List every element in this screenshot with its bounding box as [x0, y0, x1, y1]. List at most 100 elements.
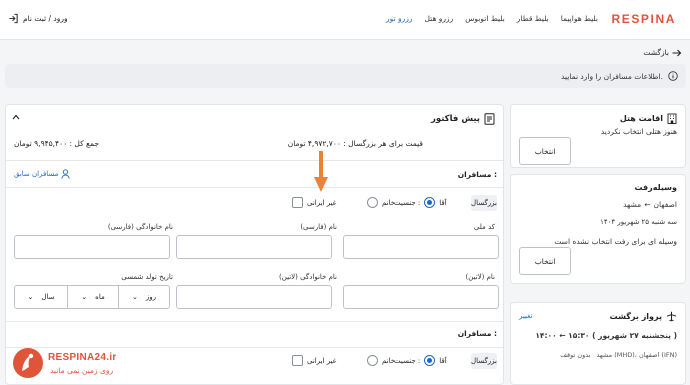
gender-male-option[interactable]: جنسیت : آقا	[394, 355, 447, 366]
invoice-icon	[484, 113, 495, 125]
arrow-right-icon	[672, 49, 682, 56]
info-alert: اطلاعات مسافران را وارد نمایید.	[5, 64, 686, 88]
last-name-fa-label: نام خانوادگی (فارسی)	[107, 223, 173, 231]
gender-label: جنسیت :	[394, 198, 421, 207]
chevron-down-icon: ⌄	[81, 293, 88, 301]
passengers-title: مسافران :	[457, 170, 497, 179]
nav-tour[interactable]: رزرو تور	[386, 14, 412, 23]
transport-text: وسیله ای برای رفت انتخاب نشده است	[554, 237, 677, 246]
nav-hotel[interactable]: رزرو هتل	[425, 14, 454, 23]
gender-male-option[interactable]: جنسیت : آقا	[394, 197, 447, 208]
back-label: بازگشت	[643, 48, 669, 57]
gender-female-option[interactable]: خانم	[367, 355, 395, 366]
chevron-down-icon: ⌄	[131, 293, 138, 301]
flight-stops: بدون توقف	[560, 351, 591, 359]
info-icon	[668, 71, 678, 81]
foreign-label: غیر ایرانی	[307, 198, 337, 207]
first-name-en-label: نام (لاتین)	[465, 273, 495, 281]
national-code-label: کد ملی	[473, 223, 495, 231]
flight-title-row: پرواز برگشت	[610, 311, 677, 322]
first-name-fa-input[interactable]	[176, 235, 332, 259]
birth-date-label: تاریخ تولد شمسی	[121, 273, 173, 281]
male-label: آقا	[439, 356, 447, 365]
female-radio[interactable]	[367, 355, 378, 366]
route-from: اصفهان	[653, 200, 678, 209]
respina24-watermark: RESPINA24.ir روی زمین نمی مانید	[8, 344, 128, 382]
national-code-input[interactable]	[343, 235, 499, 259]
price-per-adult: قیمت برای هر بزرگسال : ۴,۹۷۲,۷۰۰ تومان	[287, 139, 423, 148]
chevron-up-icon[interactable]	[12, 114, 20, 120]
user-icon	[61, 169, 71, 179]
birth-year-select[interactable]: ⌄ سال	[14, 285, 68, 309]
flight-title: پرواز برگشت	[609, 312, 662, 321]
female-label: خانم	[382, 356, 396, 365]
birth-day-select[interactable]: ⌄ روز	[118, 285, 170, 309]
birth-day-label: روز	[145, 293, 157, 301]
airplane-icon	[666, 311, 677, 322]
invoice-total: جمع کل : ۹,۹۴۵,۴۰۰ تومان	[14, 139, 100, 148]
watermark-tagline: روی زمین نمی مانید	[50, 366, 114, 375]
first-name-fa-label: نام (فارسی)	[300, 223, 337, 231]
hotel-text: هنوز هتلی انتخاب نکردید	[600, 127, 677, 136]
foreign-checkbox[interactable]	[292, 355, 303, 366]
transport-title: وسیله‌رفت	[634, 183, 677, 192]
login-icon	[9, 13, 18, 24]
back-button[interactable]: بازگشت	[643, 48, 682, 57]
transport-select-button[interactable]: انتخاب	[519, 247, 571, 275]
foreign-national-option[interactable]: غیر ایرانی	[292, 197, 336, 208]
booking-form: پیش فاکتور قیمت برای هر بزرگسال : ۴,۹۷۲,…	[5, 104, 504, 385]
login-label: ورود / ثبت نام	[23, 14, 68, 23]
nav-train[interactable]: بلیط قطار	[517, 14, 549, 23]
birth-month-select[interactable]: ⌄ ماه	[67, 285, 119, 309]
flight-change-link[interactable]: تغییر	[519, 312, 532, 320]
transport-card: وسیله‌رفت مشهد ← اصفهان سه شنبه ۲۵ شهریو…	[510, 174, 686, 284]
passenger-type-badge: بزرگسال	[471, 353, 497, 369]
last-name-en-input[interactable]	[176, 285, 332, 309]
passengers-title: مسافران :	[457, 329, 497, 338]
top-header: RESPINA بلیط هواپیما بلیط قطار بلیط اتوب…	[0, 0, 690, 40]
first-name-en-input[interactable]	[343, 285, 499, 309]
male-radio[interactable]	[424, 197, 436, 208]
female-radio[interactable]	[367, 197, 378, 208]
alert-text: اطلاعات مسافران را وارد نمایید.	[561, 71, 663, 81]
transport-date: سه شنبه ۲۵ شهریور ۱۴۰۴	[600, 218, 677, 226]
male-label: آقا	[439, 198, 447, 207]
foreign-label: غیر ایرانی	[307, 356, 337, 365]
hotel-title: اقامت هتل	[619, 114, 663, 123]
female-label: خانم	[382, 198, 396, 207]
annotation-arrow	[314, 151, 328, 192]
divider	[6, 321, 503, 322]
login-button[interactable]: ورود / ثبت نام	[8, 13, 68, 24]
foreign-checkbox[interactable]	[292, 197, 303, 208]
previous-passengers-link[interactable]: مسافران سابق	[14, 169, 71, 179]
arrow-left-icon: ←	[644, 200, 651, 209]
invoice-header[interactable]: پیش فاکتور	[431, 113, 495, 125]
return-flight-card: پرواز برگشت تغییر ۱۴:۰۰ ← ۱۵:۳۰ ( پنجشنب…	[510, 302, 686, 385]
chevron-down-icon: ⌄	[27, 293, 34, 301]
route-to: مشهد	[623, 200, 642, 209]
brand-logo[interactable]: RESPINA	[611, 12, 676, 26]
nav-bus[interactable]: بلیط اتوبوس	[465, 14, 505, 23]
divider	[6, 187, 503, 188]
building-icon	[667, 113, 677, 124]
hotel-card: اقامت هتل هنوز هتلی انتخاب نکردید انتخاب	[510, 104, 686, 168]
last-name-en-label: نام خانوادگی (لاتین)	[279, 273, 337, 281]
gender-label: جنسیت :	[394, 356, 421, 365]
flight-details: بدون توقف مشهد (MHD)، اصفهان (IFN)	[560, 351, 677, 359]
foreign-national-option[interactable]: غیر ایرانی	[292, 355, 336, 366]
gender-female-option[interactable]: خانم	[367, 197, 395, 208]
watermark-brand: RESPINA24.ir	[48, 352, 117, 363]
divider	[6, 160, 503, 161]
main-nav: بلیط هواپیما بلیط قطار بلیط اتوبوس رزرو …	[386, 14, 598, 23]
hotel-select-button[interactable]: انتخاب	[519, 137, 571, 165]
birth-month-label: ماه	[95, 293, 105, 301]
respina-logo-icon	[13, 348, 43, 378]
nav-flight[interactable]: بلیط هواپیما	[561, 14, 598, 23]
male-radio[interactable]	[424, 355, 436, 366]
passenger-type-badge: بزرگسال	[471, 195, 497, 211]
flight-route: مشهد (MHD)، اصفهان (IFN)	[596, 351, 677, 359]
transport-route: مشهد ← اصفهان	[623, 200, 677, 209]
last-name-fa-input[interactable]	[14, 235, 170, 259]
flight-times: ۱۴:۰۰ ← ۱۵:۳۰ ( پنجشنبه ۲۷ شهریور )	[535, 331, 677, 340]
birth-year-label: سال	[41, 293, 55, 301]
